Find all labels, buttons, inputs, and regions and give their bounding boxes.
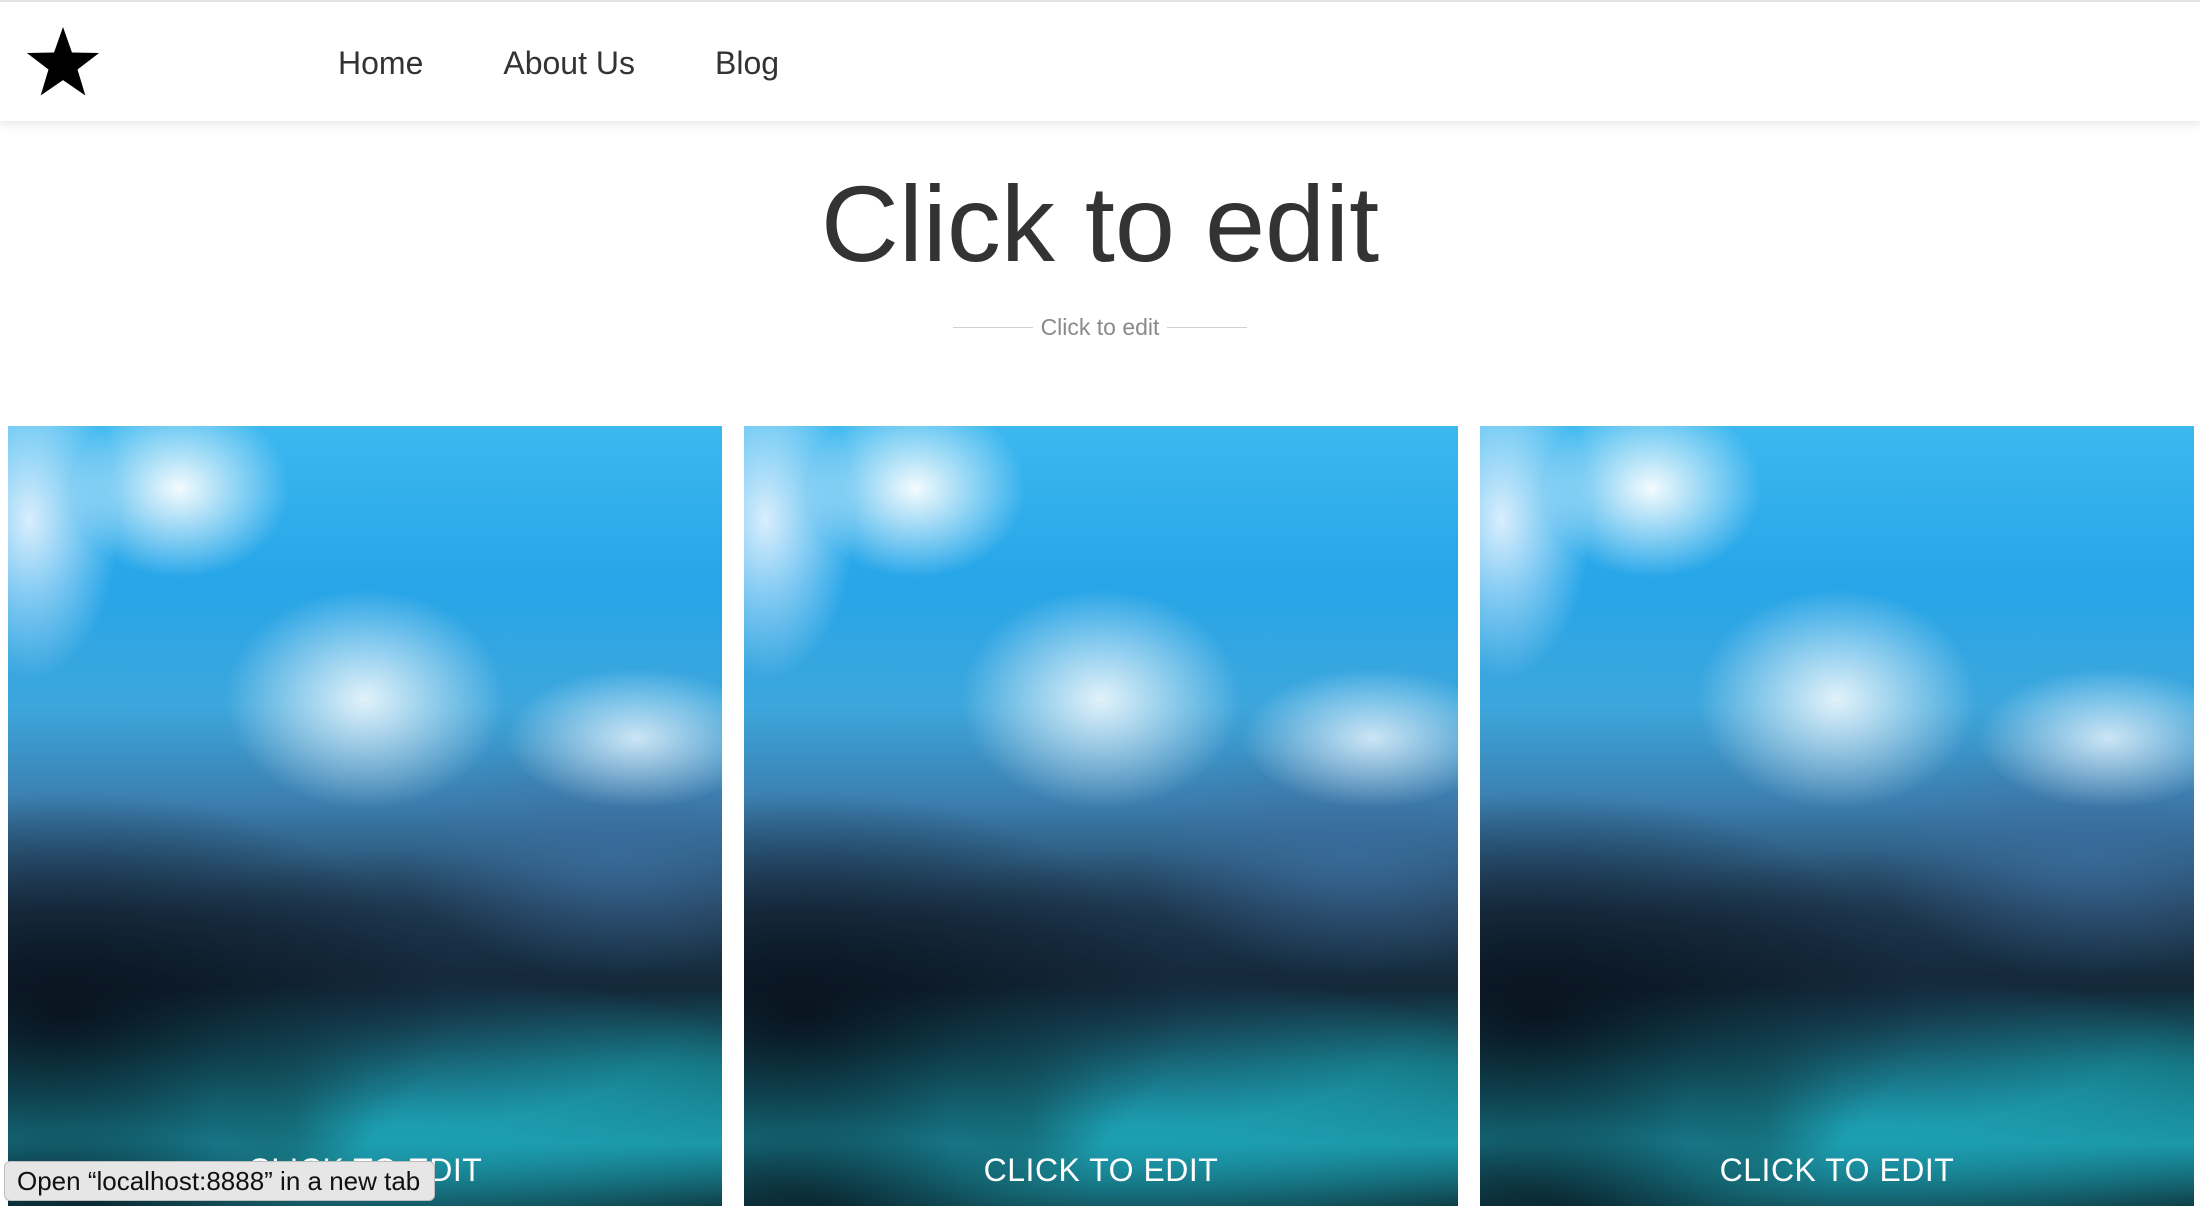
- subtitle-left-divider: [952, 326, 1033, 328]
- link-status-tooltip: Open “localhost:8888” in a new tab: [4, 1161, 436, 1201]
- top-navbar: Home About Us Blog: [0, 0, 2200, 121]
- star-icon[interactable]: [25, 24, 101, 100]
- card-background-image: [8, 426, 722, 1206]
- card-background-image: [744, 426, 1458, 1206]
- page: Home About Us Blog Click to edit Click t…: [0, 0, 2200, 1206]
- subtitle-right-divider: [1167, 326, 1248, 328]
- hero-title[interactable]: Click to edit: [0, 164, 2200, 284]
- card-label[interactable]: CLICK TO EDIT: [744, 1154, 1458, 1186]
- nav-blog-link[interactable]: Blog: [715, 47, 779, 79]
- nav-home-link[interactable]: Home: [338, 47, 423, 79]
- main-nav: Home About Us Blog: [338, 2, 859, 123]
- card-grid: CLICK TO EDIT CLICK TO EDIT CLICK TO EDI…: [8, 426, 2194, 1206]
- nav-about-us-link[interactable]: About Us: [503, 47, 635, 79]
- card-background-image: [1480, 426, 2194, 1206]
- card-label[interactable]: CLICK TO EDIT: [1480, 1154, 2194, 1186]
- image-card-1[interactable]: CLICK TO EDIT: [8, 426, 722, 1206]
- image-card-2[interactable]: CLICK TO EDIT: [744, 426, 1458, 1206]
- hero-subtitle[interactable]: Click to edit: [1041, 312, 1160, 342]
- hero-subtitle-row: Click to edit: [0, 312, 2200, 342]
- image-card-3[interactable]: CLICK TO EDIT: [1480, 426, 2194, 1206]
